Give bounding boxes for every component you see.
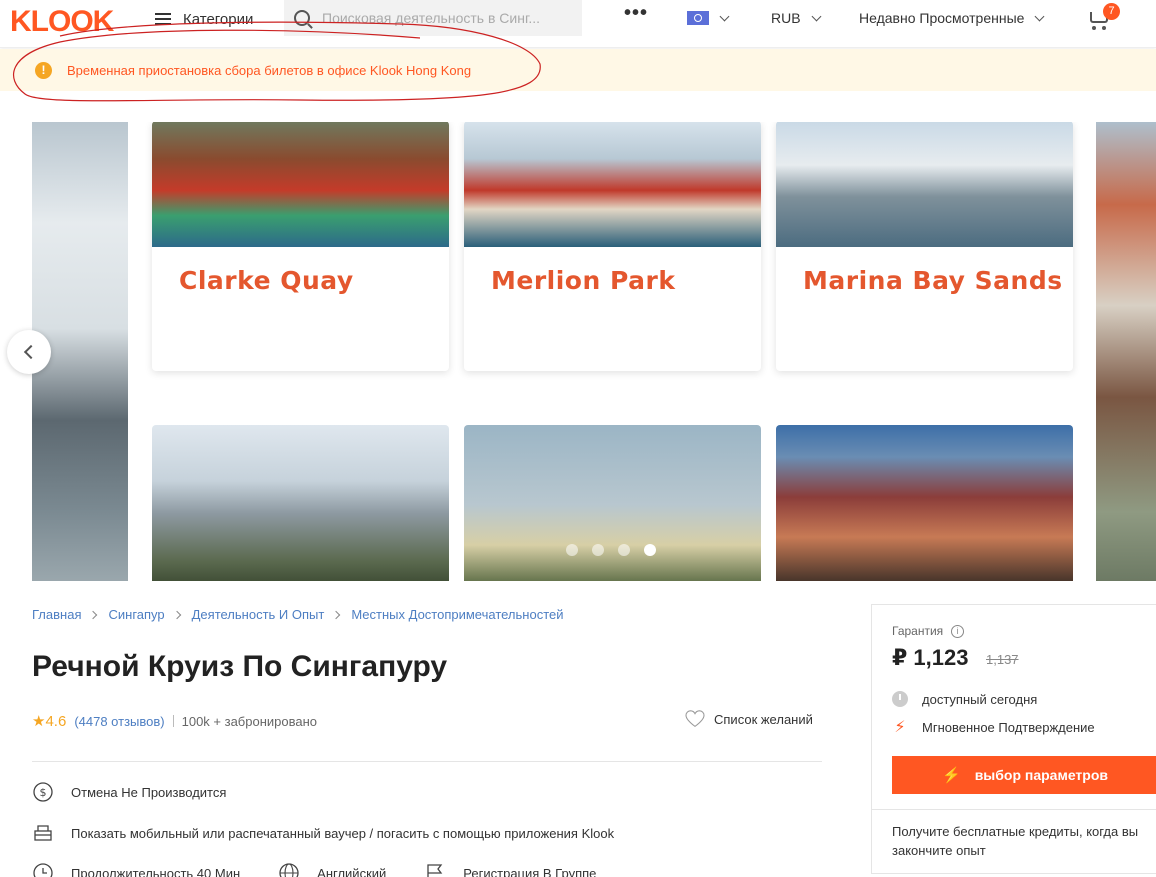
chevron-down-icon (811, 11, 822, 21)
clock-icon (892, 691, 908, 707)
chevron-right-icon (172, 610, 181, 619)
recently-viewed-menu[interactable]: Недавно Просмотренные (859, 10, 1045, 26)
recently-viewed-label: Недавно Просмотренные (859, 10, 1025, 26)
card-title: Merlion Park (491, 266, 676, 295)
feature-cancellation: $ Отмена Не Производится (32, 781, 226, 803)
carousel-dots (566, 544, 656, 556)
lightning-icon: ⚡ (894, 719, 906, 736)
categories-button[interactable]: Категории (155, 9, 253, 29)
current-price: ₽ 1,123 (892, 645, 969, 670)
old-price: 1,137 (986, 652, 1019, 667)
card-title: Marina Bay Sands (803, 266, 1063, 295)
carousel-dot[interactable] (566, 544, 578, 556)
search-input[interactable] (322, 10, 572, 26)
card-title: Clarke Quay (179, 266, 354, 295)
feature-language: Английский (278, 862, 386, 877)
guarantee-row: Гарантия i (892, 624, 965, 638)
info-icon[interactable]: i (951, 624, 965, 638)
carousel-prev-button[interactable] (7, 330, 51, 374)
feature-voucher: Показать мобильный или распечатанный вау… (32, 822, 614, 844)
select-options-button[interactable]: ⚡ выбор параметров (892, 756, 1156, 794)
star-icon: ★ (32, 713, 46, 730)
feature-text: Английский (317, 865, 387, 877)
wishlist-label: Список желаний (714, 711, 813, 727)
feature-duration: Продолжительность 40 Мин (32, 862, 240, 877)
language-flag-icon (687, 11, 709, 25)
card-image (152, 122, 449, 247)
currency-label: RUB (771, 10, 801, 26)
carousel-dot[interactable] (618, 544, 630, 556)
select-options-label: выбор параметров (974, 767, 1108, 783)
currency-selector[interactable]: RUB (771, 10, 822, 26)
cranes-photo (464, 425, 761, 581)
divider (32, 761, 822, 762)
voucher-printer-icon (34, 825, 52, 841)
breadcrumb: Главная Сингапур Деятельность И Опыт Мес… (32, 607, 564, 622)
rating-value: 4.6 (45, 712, 67, 730)
divider (172, 715, 174, 727)
instant-confirm-row: ⚡ Мгновенное Подтверждение (892, 717, 1095, 737)
notice-text[interactable]: Временная приостановка сбора билетов в о… (67, 63, 471, 78)
language-selector[interactable] (687, 11, 730, 25)
cart-count-badge: 7 (1103, 3, 1120, 20)
carousel-side-image (1096, 122, 1156, 581)
refund-dollar-icon: $ (33, 782, 53, 802)
chevron-down-icon (719, 11, 730, 21)
feature-text: Отмена Не Производится (71, 784, 227, 800)
feature-text: Продолжительность 40 Мин (71, 865, 241, 877)
breadcrumb-link[interactable]: Деятельность И Опыт (192, 607, 325, 622)
feature-text: Регистрация В Группе (463, 865, 597, 877)
lightning-icon: ⚡ (942, 767, 961, 784)
wishlist-button[interactable]: Список желаний (685, 710, 813, 728)
feature-details-row: Продолжительность 40 Мин Английский Реги… (32, 862, 634, 877)
booked-count: 100k + забронировано (181, 713, 318, 729)
clock-icon (33, 863, 53, 877)
location-card: Merlion Park (464, 122, 761, 371)
card-image (464, 122, 761, 247)
divider (872, 809, 1156, 810)
instant-confirm-text: Мгновенное Подтверждение (922, 719, 1095, 735)
carousel-dot-active[interactable] (644, 544, 656, 556)
breadcrumb-link[interactable]: Сингапур (108, 607, 164, 622)
riverside-point-photo (776, 425, 1073, 581)
chevron-right-icon (89, 610, 98, 619)
breadcrumb-link[interactable]: Местных Достопримечательностей (351, 607, 563, 622)
notice-banner: ! Временная приостановка сбора билетов в… (0, 49, 1156, 91)
globe-icon (279, 863, 299, 877)
flag-icon (427, 864, 443, 877)
availability-text: доступный сегодня (922, 691, 1038, 707)
page-title: Речной Круиз По Сингапуру (32, 650, 448, 683)
esplanade-photo (152, 425, 449, 581)
search-bar[interactable] (284, 0, 582, 36)
breadcrumb-link[interactable]: Главная (32, 607, 81, 622)
chevron-right-icon (332, 610, 341, 619)
more-menu-button[interactable]: ••• (624, 2, 648, 25)
reviews-link[interactable]: (4478 отзывов) (74, 714, 164, 729)
booking-panel: Гарантия i ₽ 1,123 1,137 доступный сегод… (871, 604, 1156, 874)
search-icon (294, 10, 310, 26)
svg-text:$: $ (40, 786, 47, 799)
rating-row: ★ 4.6 (4478 отзывов) 100k + забронирован… (32, 712, 318, 731)
feature-text: Показать мобильный или распечатанный вау… (71, 825, 615, 841)
carousel-dot[interactable] (592, 544, 604, 556)
top-navbar: KLOOK Категории ••• RUB Недавно Просмотр… (0, 0, 1156, 48)
location-card: Clarke Quay (152, 122, 449, 371)
klook-logo[interactable]: KLOOK (10, 5, 114, 39)
credits-text: Получите бесплатные кредиты, когда вы за… (892, 824, 1139, 858)
card-image (776, 122, 1073, 247)
categories-label: Категории (183, 10, 254, 28)
feature-registration: Регистрация В Группе (424, 862, 596, 877)
availability-row: доступный сегодня (892, 691, 1037, 707)
guarantee-label: Гарантия (892, 624, 944, 638)
chevron-down-icon (1034, 11, 1045, 21)
menu-icon (155, 13, 171, 25)
warning-icon: ! (35, 62, 52, 79)
heart-icon (685, 710, 705, 728)
hero-carousel: Clarke Quay Merlion Park Marina Bay Sand… (32, 122, 1156, 581)
location-card: Marina Bay Sands (776, 122, 1073, 371)
